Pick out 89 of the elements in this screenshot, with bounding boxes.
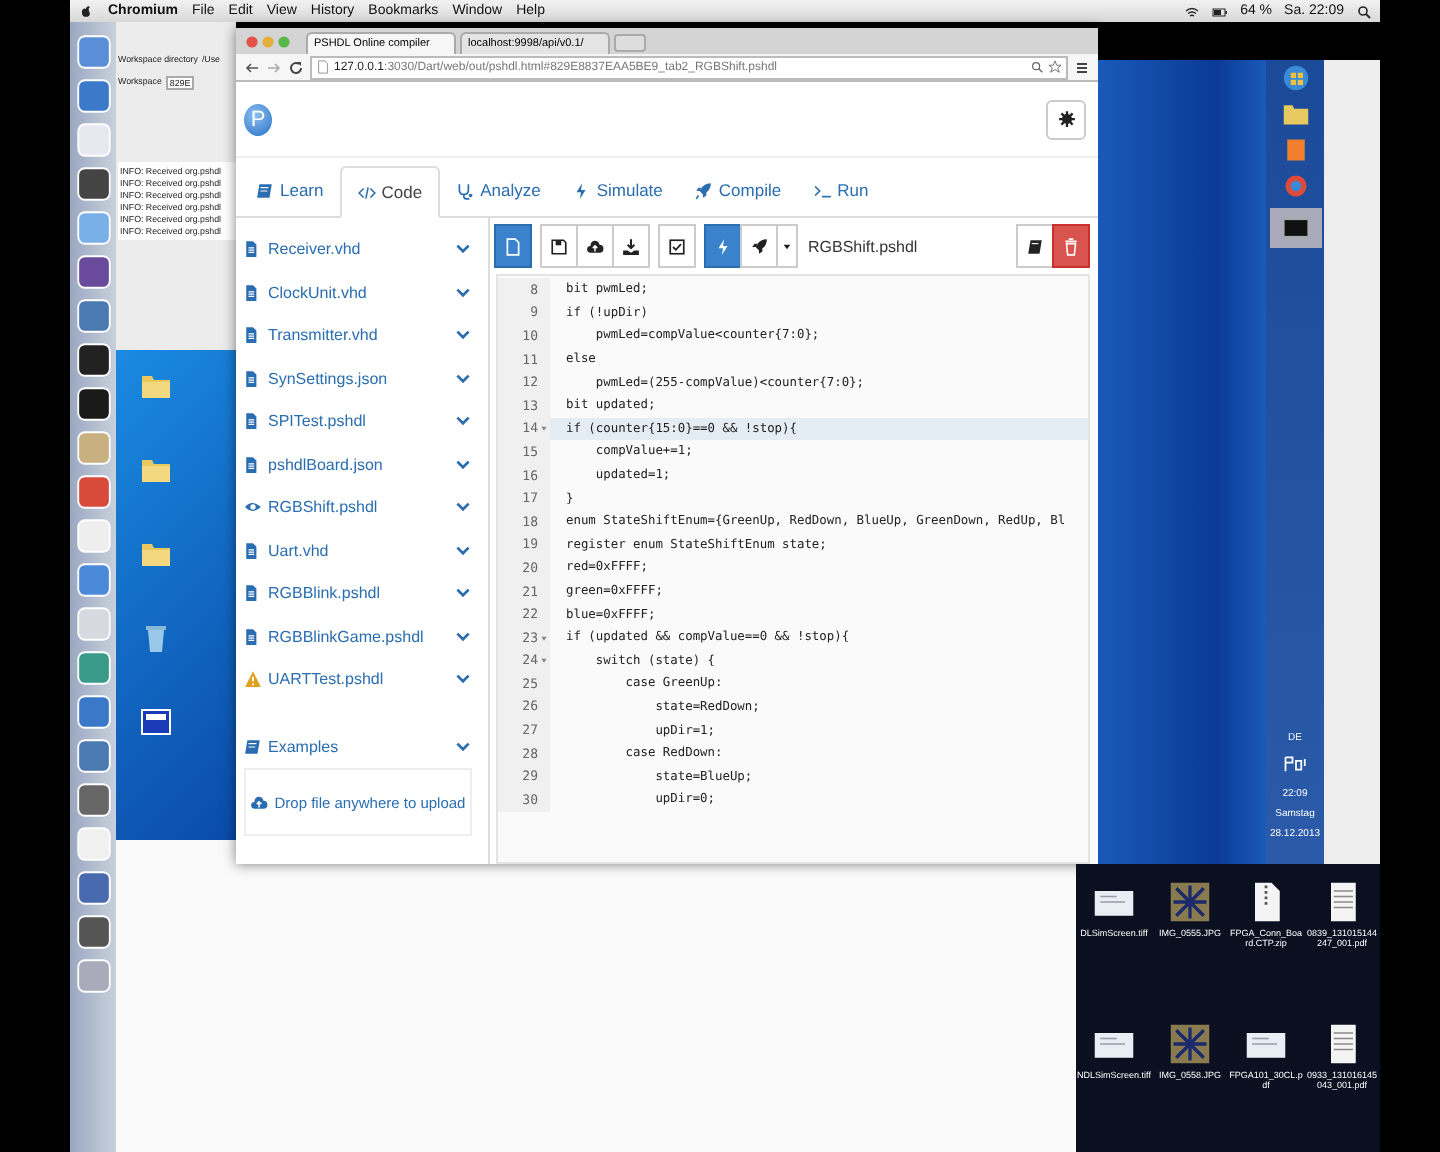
code-icon bbox=[357, 183, 376, 201]
chevron-down-icon bbox=[454, 240, 472, 259]
app-icon[interactable] bbox=[75, 166, 111, 202]
cloud-upload-icon bbox=[250, 793, 269, 811]
delete-button[interactable] bbox=[1052, 224, 1090, 268]
stethoscope-icon bbox=[456, 181, 475, 199]
page-icon bbox=[316, 60, 330, 74]
folder-icon[interactable] bbox=[1281, 100, 1309, 128]
chevron-down-icon bbox=[454, 283, 472, 302]
settings-button[interactable] bbox=[1046, 99, 1086, 139]
app-icon[interactable] bbox=[75, 386, 111, 422]
book-icon bbox=[244, 737, 262, 756]
window-controls-icon[interactable] bbox=[242, 33, 294, 49]
apple-logo-icon bbox=[78, 3, 94, 19]
eye-icon bbox=[244, 498, 262, 517]
rocket-icon bbox=[750, 237, 768, 255]
start-button-icon[interactable] bbox=[1281, 64, 1309, 92]
star-icon[interactable] bbox=[1048, 60, 1062, 74]
file-icon bbox=[244, 412, 262, 431]
battery-icon bbox=[1212, 3, 1229, 19]
app-icon[interactable] bbox=[75, 342, 111, 378]
nav-tab[interactable]: Learn bbox=[240, 164, 340, 216]
zoom-icon[interactable] bbox=[1030, 60, 1044, 74]
chevron-down-icon bbox=[454, 326, 472, 345]
nav-tab[interactable]: Code bbox=[339, 166, 441, 218]
bolt-icon bbox=[714, 237, 732, 255]
sidebar-item[interactable]: SPITest.pshdl bbox=[244, 400, 472, 443]
file-name: RGBShift.pshdl bbox=[808, 237, 918, 255]
search-icon[interactable] bbox=[1356, 3, 1372, 19]
settings-icon bbox=[1057, 110, 1075, 128]
sidebar-item[interactable]: RGBBlinkGame.pshdl bbox=[244, 615, 472, 658]
folder-icon bbox=[140, 370, 172, 402]
logo: P bbox=[244, 103, 272, 135]
sidebar-item[interactable]: UARTTest.pshdl bbox=[244, 658, 472, 701]
chevron-down-icon bbox=[454, 455, 472, 474]
folder-icon bbox=[140, 454, 172, 486]
file-icon bbox=[244, 326, 262, 345]
nav-tab[interactable]: Simulate bbox=[556, 164, 679, 216]
nav-tab[interactable]: Run bbox=[797, 164, 885, 216]
chevron-down-icon bbox=[454, 541, 472, 560]
file-icon bbox=[244, 455, 262, 474]
code-editor[interactable] bbox=[496, 274, 1090, 864]
checkbox-icon bbox=[668, 237, 686, 255]
sidebar-item[interactable]: Transmitter.vhd bbox=[244, 314, 472, 357]
sidebar-item[interactable]: ClockUnit.vhd bbox=[244, 271, 472, 314]
warning-icon bbox=[244, 670, 262, 689]
file-icon bbox=[244, 541, 262, 560]
chevron-down-icon bbox=[454, 627, 472, 646]
photo-placeholder bbox=[1168, 1022, 1212, 1066]
bolt-icon bbox=[572, 181, 591, 199]
sidebar-item[interactable]: SynSettings.json bbox=[244, 357, 472, 400]
sidebar-item[interactable]: RGBBlink.pshdl bbox=[244, 572, 472, 615]
cloud-upload-icon bbox=[586, 237, 604, 255]
chevron-down-icon bbox=[454, 670, 472, 689]
app-icon[interactable] bbox=[75, 914, 111, 950]
sidebar-item[interactable]: Uart.vhd bbox=[244, 529, 472, 572]
examples-item[interactable]: Examples bbox=[244, 725, 472, 770]
rocket-icon bbox=[694, 181, 713, 199]
folder-icon bbox=[140, 538, 172, 570]
sidebar-item[interactable]: pshdlBoard.json bbox=[244, 443, 472, 486]
photo-placeholder bbox=[1168, 880, 1212, 924]
reload-icon[interactable] bbox=[288, 59, 304, 75]
file-icon bbox=[244, 584, 262, 603]
download-icon bbox=[622, 237, 640, 255]
chevron-down-icon bbox=[454, 369, 472, 388]
chevron-down-icon bbox=[454, 498, 472, 517]
chevron-down-icon bbox=[454, 737, 472, 756]
trash-icon bbox=[1062, 237, 1080, 255]
menu-icon[interactable] bbox=[1074, 59, 1090, 75]
back-arrow-icon[interactable] bbox=[244, 59, 260, 75]
file-icon bbox=[244, 369, 262, 388]
book-icon bbox=[1026, 237, 1044, 255]
file-icon bbox=[504, 237, 522, 255]
recycle-bin-icon bbox=[140, 622, 172, 654]
file-icon bbox=[244, 240, 262, 259]
nav-tab[interactable]: Analyze bbox=[440, 164, 557, 216]
chevron-down-icon bbox=[454, 584, 472, 603]
terminal-prompt-icon bbox=[813, 181, 832, 199]
nav-tab[interactable]: Compile bbox=[678, 164, 798, 216]
chevron-down-icon bbox=[454, 412, 472, 431]
application-icon bbox=[140, 706, 172, 738]
sidebar-item[interactable]: Receiver.vhd bbox=[244, 228, 472, 271]
file-icon bbox=[244, 283, 262, 302]
book-icon bbox=[256, 181, 274, 199]
terminal-icon[interactable] bbox=[1269, 208, 1321, 248]
app-icon[interactable] bbox=[75, 254, 111, 290]
file-icon bbox=[244, 627, 262, 646]
sidebar-item[interactable]: RGBShift.pshdl bbox=[244, 486, 472, 529]
wifi-icon bbox=[1184, 3, 1201, 19]
